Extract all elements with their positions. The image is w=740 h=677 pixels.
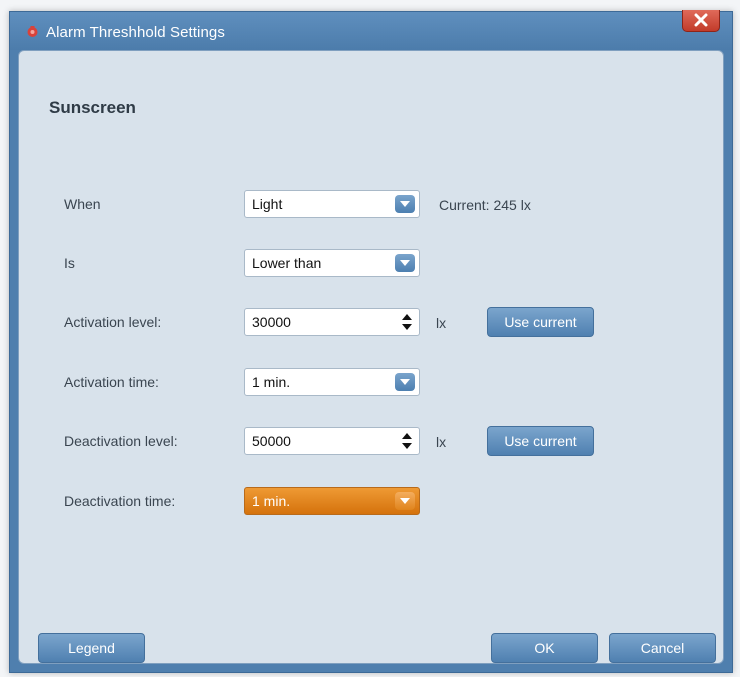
deactivation-level-label: Deactivation level: — [64, 433, 178, 449]
deactivation-level-unit: lx — [436, 434, 447, 450]
current-label: Current: — [439, 197, 490, 213]
ok-button-label: OK — [534, 640, 555, 656]
legend-button[interactable]: Legend — [38, 633, 145, 663]
when-value: Light — [252, 196, 283, 212]
activation-level-value: 30000 — [252, 314, 291, 330]
is-label: Is — [64, 255, 75, 271]
activation-level-unit: lx — [436, 315, 447, 331]
activation-use-current-button[interactable]: Use current — [487, 307, 594, 337]
section-title: Sunscreen — [49, 98, 136, 117]
is-dropdown[interactable]: Lower than — [244, 249, 420, 277]
deactivation-use-current-button[interactable]: Use current — [487, 426, 594, 456]
when-dropdown[interactable]: Light — [244, 190, 420, 218]
deactivation-time-dropdown[interactable]: 1 min. — [244, 487, 420, 515]
title-bar[interactable]: Alarm Threshhold Settings — [10, 10, 732, 50]
ok-button[interactable]: OK — [491, 633, 598, 663]
activation-time-value: 1 min. — [252, 374, 291, 390]
chevron-down-icon[interactable] — [395, 254, 415, 272]
chevron-down-icon[interactable] — [395, 492, 415, 510]
activation-level-label: Activation level: — [64, 314, 162, 330]
spinner-arrows-icon[interactable] — [401, 432, 413, 455]
current-reading: Current: 245 lx — [439, 197, 531, 213]
current-value: 245 lx — [493, 197, 531, 213]
activation-time-dropdown[interactable]: 1 min. — [244, 368, 420, 396]
activation-level-stepper[interactable]: 30000 — [244, 308, 420, 336]
spinner-arrows-icon[interactable] — [401, 313, 413, 336]
dialog-window: Alarm Threshhold Settings Sunscreen When… — [9, 10, 733, 673]
activation-time-label: Activation time: — [64, 374, 159, 390]
chevron-down-icon[interactable] — [395, 373, 415, 391]
window-title: Alarm Threshhold Settings — [46, 24, 225, 41]
close-button[interactable] — [682, 10, 720, 32]
dialog-content: Sunscreen When Light Current: 245 lx Is … — [18, 50, 724, 664]
cancel-button-label: Cancel — [640, 640, 685, 656]
cancel-button[interactable]: Cancel — [609, 633, 716, 663]
deactivation-level-stepper[interactable]: 50000 — [244, 427, 420, 455]
deactivation-time-value: 1 min. — [252, 493, 291, 509]
deactivation-level-value: 50000 — [252, 433, 291, 449]
chevron-down-icon[interactable] — [395, 195, 415, 213]
when-label: When — [64, 196, 101, 212]
legend-button-label: Legend — [68, 640, 115, 656]
alarm-icon — [26, 25, 39, 38]
deactivation-time-label: Deactivation time: — [64, 493, 176, 509]
is-value: Lower than — [252, 255, 322, 271]
